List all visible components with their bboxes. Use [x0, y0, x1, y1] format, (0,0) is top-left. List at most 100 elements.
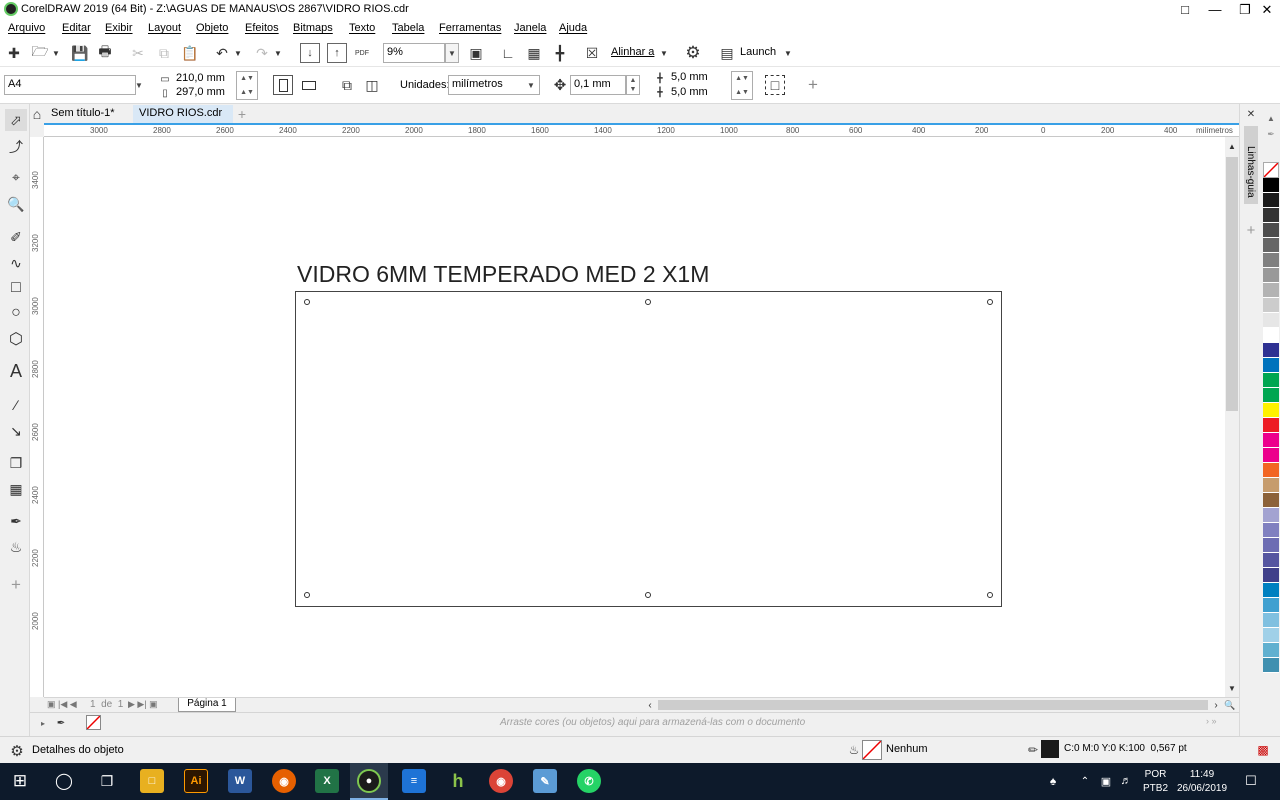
menu-exibir[interactable]: Exibir [105, 22, 133, 34]
language-indicator[interactable]: POR PTB2 [1143, 768, 1168, 796]
selection-handle[interactable] [987, 592, 993, 598]
portrait-icon[interactable] [273, 75, 293, 95]
duplicate-y-input[interactable]: 5,0 mm [669, 86, 731, 100]
palette-swatch[interactable] [1263, 373, 1279, 388]
zoom-input[interactable]: 9% [383, 43, 445, 63]
print-icon[interactable]: 🖶 [95, 43, 115, 63]
add-icon[interactable]: + [803, 75, 823, 95]
document-eyedropper-icon[interactable]: ✒ [54, 716, 68, 730]
menu-tabela[interactable]: Tabela [392, 22, 424, 34]
menu-texto[interactable]: Texto [349, 22, 375, 34]
excel-icon[interactable]: X [315, 769, 339, 793]
landscape-icon[interactable] [298, 75, 320, 95]
new-tab-icon[interactable]: + [235, 105, 249, 122]
document-no-color-swatch[interactable] [86, 715, 101, 730]
palette-swatch[interactable] [1263, 223, 1279, 238]
polygon-tool-icon[interactable]: ⬡ [5, 328, 27, 350]
word-icon[interactable]: W [228, 769, 252, 793]
file-explorer-icon[interactable]: □ [140, 769, 164, 793]
menu-objeto[interactable]: Objeto [196, 22, 228, 34]
scroll-left-icon[interactable]: ‹ [644, 699, 656, 711]
tray-expand-icon[interactable]: ⌃ [1078, 772, 1092, 790]
palette-swatch[interactable] [1263, 463, 1279, 478]
drawing-canvas[interactable]: VIDRO 6MM TEMPERADO MED 2 X1M [44, 137, 1225, 697]
app-h-icon[interactable]: h [446, 769, 470, 793]
transparency-icon[interactable]: ▦ [5, 478, 27, 500]
chrome-icon[interactable]: ◉ [489, 769, 513, 793]
object-details-label[interactable]: Detalhes do objeto [32, 744, 124, 756]
task-view-icon[interactable]: ❐ [97, 771, 117, 791]
snap-to-icon[interactable]: ☒ [582, 43, 602, 63]
palette-swatch[interactable] [1263, 433, 1279, 448]
coreldraw-taskbar-icon[interactable]: ● [357, 769, 381, 793]
fill-tool-icon[interactable]: ♨ [5, 536, 27, 558]
firefox-icon[interactable]: ◉ [272, 769, 296, 793]
palette-swatch[interactable] [1263, 568, 1279, 583]
palette-swatch[interactable] [1263, 343, 1279, 358]
palette-swatch[interactable] [1263, 358, 1279, 373]
scroll-down-icon[interactable]: ▼ [1225, 681, 1239, 695]
menu-efeitos[interactable]: Efeitos [245, 22, 279, 34]
palette-swatch[interactable] [1263, 583, 1279, 598]
palette-swatch[interactable] [1263, 493, 1279, 508]
paste-icon[interactable]: 📋 [180, 43, 200, 63]
menu-layout[interactable]: Layout [148, 22, 181, 34]
selection-handle[interactable] [645, 299, 651, 305]
page-height-input[interactable]: 297,0 mm [174, 86, 236, 100]
palette-swatch[interactable] [1263, 238, 1279, 253]
add-docker-icon[interactable]: + [1243, 222, 1259, 239]
palette-swatch[interactable] [1263, 538, 1279, 553]
search-icon[interactable]: ◯ [54, 771, 74, 791]
import-icon[interactable]: ↓ [300, 43, 320, 63]
notifications-icon[interactable]: ☐ [1242, 772, 1260, 790]
text-tool-icon[interactable]: A [5, 360, 27, 382]
palette-swatch[interactable] [1263, 193, 1279, 208]
drop-shadow-icon[interactable]: ❐ [5, 452, 27, 474]
copy-icon[interactable]: ⧉ [154, 43, 174, 63]
scroll-up-icon[interactable]: ▲ [1225, 139, 1239, 153]
page-size-dropdown-icon[interactable]: ▼ [132, 76, 146, 94]
whatsapp-icon[interactable]: ✆ [577, 769, 601, 793]
no-color-swatch[interactable] [1263, 162, 1279, 178]
palette-swatch[interactable] [1263, 298, 1279, 313]
current-page-icon[interactable]: ◫ [362, 75, 382, 95]
palette-swatch[interactable] [1263, 388, 1279, 403]
pick-tool-icon[interactable]: ⬀ [5, 109, 27, 131]
menu-editar[interactable]: Editar [62, 22, 91, 34]
units-dropdown-icon[interactable]: ▼ [524, 76, 538, 94]
tab-vidro-rios[interactable]: VIDRO RIOS.cdr [133, 105, 233, 123]
palette-swatch[interactable] [1263, 328, 1279, 343]
show-rulers-icon[interactable]: ∟ [498, 43, 518, 63]
launch-label[interactable]: Launch [740, 46, 776, 58]
people-icon[interactable]: ♠ [1044, 772, 1062, 790]
palette-swatch[interactable] [1263, 403, 1279, 418]
selection-handle[interactable] [645, 592, 651, 598]
freehand-tool-icon[interactable]: ✐ [5, 226, 27, 248]
fill-color-swatch[interactable] [862, 740, 882, 760]
color-well-scroll-icons[interactable]: › » [1206, 716, 1217, 726]
page-size-select[interactable]: A4 [4, 75, 136, 95]
rectangle-tool-icon[interactable]: □ [5, 277, 27, 299]
palette-eyedropper-icon[interactable]: ✒ [1264, 128, 1278, 140]
network-icon[interactable]: ▣ [1098, 772, 1114, 790]
show-grid-icon[interactable]: ▦ [524, 43, 544, 63]
cut-icon[interactable]: ✂ [128, 43, 148, 63]
close-button[interactable]: ✕ [1252, 0, 1280, 19]
menu-bitmaps[interactable]: Bitmaps [293, 22, 333, 34]
undo-icon[interactable]: ↶ [212, 43, 232, 63]
palette-swatch[interactable] [1263, 418, 1279, 433]
palette-swatch[interactable] [1263, 553, 1279, 568]
show-guidelines-icon[interactable]: ╋ [550, 43, 570, 63]
align-dropdown-icon[interactable]: ▼ [658, 43, 670, 63]
ellipse-tool-icon[interactable]: ○ [5, 302, 27, 324]
connector-tool-icon[interactable]: ↘ [5, 420, 27, 442]
redo-icon[interactable]: ↷ [252, 43, 272, 63]
palette-swatch[interactable] [1263, 643, 1279, 658]
close-docker-icon[interactable]: ✕ [1243, 107, 1259, 121]
launch-icon[interactable]: ▤ [717, 43, 737, 63]
launch-dropdown-icon[interactable]: ▼ [782, 43, 794, 63]
zoom-tool-icon[interactable]: 🔍 [5, 193, 27, 215]
palette-swatch[interactable] [1263, 208, 1279, 223]
palette-swatch[interactable] [1263, 523, 1279, 538]
palette-swatch[interactable] [1263, 598, 1279, 613]
